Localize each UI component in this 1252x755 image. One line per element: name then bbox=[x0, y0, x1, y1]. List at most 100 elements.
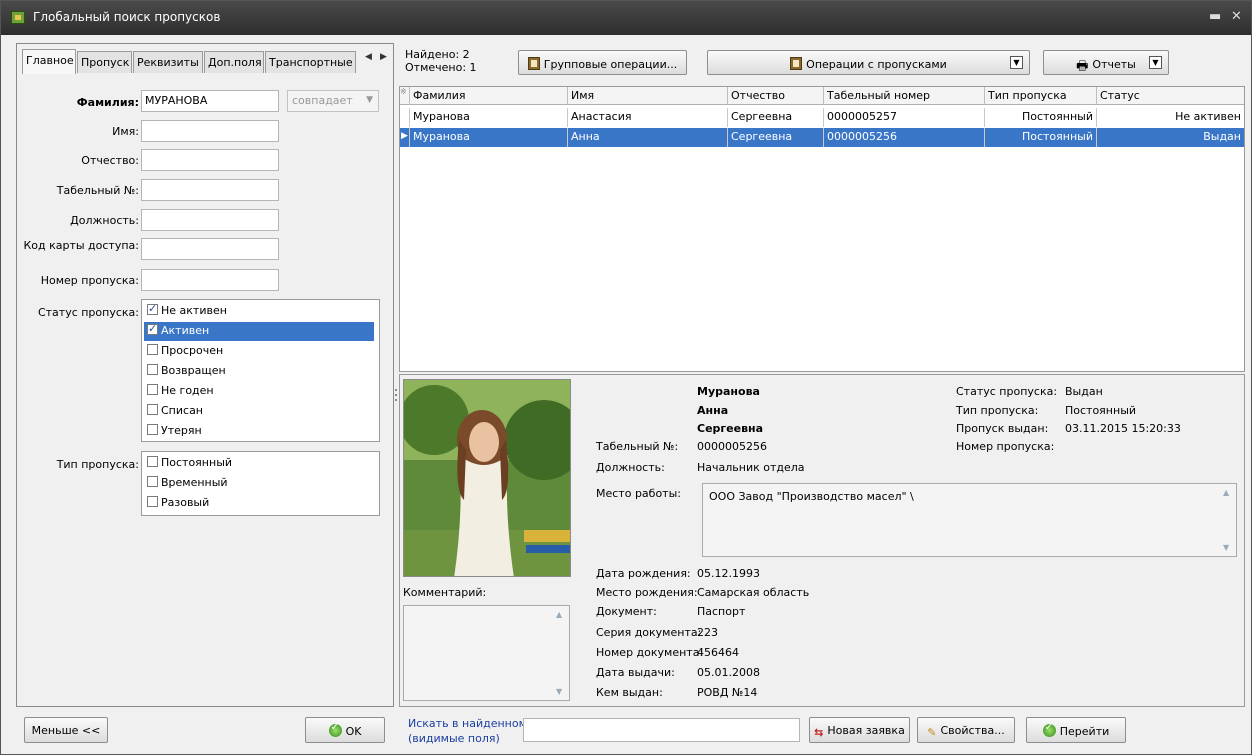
match-mode-select[interactable]: совпадает ▼ bbox=[287, 90, 379, 112]
position-input[interactable] bbox=[141, 209, 279, 231]
detail-pass-number-label: Номер пропуска: bbox=[956, 440, 1055, 453]
birth-place: Самарская область bbox=[697, 586, 810, 599]
position-label: Должность: bbox=[70, 214, 139, 227]
column-header-status[interactable]: Статус bbox=[1097, 87, 1244, 105]
results-grid: ※ Фамилия Имя Отчество Табельный номер Т… bbox=[399, 86, 1245, 372]
ok-check-icon bbox=[328, 722, 342, 737]
scroll-down-icon[interactable]: ▼ bbox=[1223, 543, 1229, 552]
pass-operations-button[interactable]: Операции с пропусками ▼ bbox=[707, 50, 1030, 75]
close-button[interactable]: ✕ bbox=[1231, 9, 1242, 24]
issue-date-label: Дата выдачи: bbox=[596, 666, 675, 679]
column-header-pass-type[interactable]: Тип пропуска bbox=[985, 87, 1097, 105]
checkbox[interactable] bbox=[147, 496, 158, 507]
splitter-grip[interactable] bbox=[395, 394, 397, 396]
checkbox[interactable] bbox=[147, 302, 158, 315]
table-row[interactable]: ▶ Муранова Анна Сергеевна 0000005256 Пос… bbox=[400, 128, 1244, 147]
go-button[interactable]: Перейти bbox=[1026, 717, 1126, 743]
visible-fields-label: (видимые поля) bbox=[408, 732, 500, 745]
dropdown-arrow-icon[interactable]: ▼ bbox=[1149, 56, 1162, 69]
checkbox[interactable] bbox=[147, 364, 158, 375]
chevron-down-icon: ▼ bbox=[366, 95, 373, 105]
checkbox[interactable] bbox=[147, 424, 158, 435]
column-header-patronymic[interactable]: Отчество bbox=[728, 87, 824, 105]
type-option-permanent[interactable]: Постоянный bbox=[144, 454, 374, 473]
issued-by: РОВД №14 bbox=[697, 686, 758, 699]
ok-button[interactable]: OK bbox=[305, 717, 385, 743]
cell-status: Не активен bbox=[1175, 110, 1241, 123]
cell-pass-type: Постоянный bbox=[985, 128, 1097, 147]
cell-status: Выдан bbox=[1203, 130, 1241, 143]
type-option-temporary[interactable]: Временный bbox=[144, 474, 374, 493]
tab-scroll-right-icon[interactable]: ▶ bbox=[380, 52, 387, 62]
pass-number-input[interactable] bbox=[141, 269, 279, 291]
cell-first-name: Анастасия bbox=[568, 108, 728, 127]
properties-button[interactable]: ✎ Свойства... bbox=[917, 717, 1015, 743]
status-option-expired[interactable]: Просрочен bbox=[144, 342, 374, 361]
minimize-button[interactable]: ▬ bbox=[1209, 9, 1221, 24]
patronymic-input[interactable] bbox=[141, 149, 279, 171]
checkbox[interactable] bbox=[147, 456, 158, 467]
tab-main[interactable]: Главное bbox=[22, 49, 76, 74]
birth-date: 05.12.1993 bbox=[697, 567, 760, 580]
scroll-up-icon[interactable]: ▲ bbox=[556, 610, 562, 619]
checkbox[interactable] bbox=[147, 344, 158, 355]
status-option-lost[interactable]: Утерян bbox=[144, 422, 374, 441]
comment-memo[interactable]: ▲ ▼ bbox=[403, 605, 570, 701]
checkbox[interactable] bbox=[147, 322, 158, 335]
cell-first-name: Анна bbox=[568, 128, 728, 147]
doc-series: 223 bbox=[697, 626, 718, 639]
patronymic-label: Отчество: bbox=[81, 154, 139, 167]
first-name-input[interactable] bbox=[141, 120, 279, 142]
splitter-grip[interactable] bbox=[395, 399, 397, 401]
grid-header: ※ Фамилия Имя Отчество Табельный номер Т… bbox=[400, 87, 1244, 105]
checkbox[interactable] bbox=[147, 384, 158, 395]
less-button[interactable]: Меньше << bbox=[24, 717, 108, 743]
status-option-inactive[interactable]: Не активен bbox=[144, 302, 374, 321]
column-header-last-name[interactable]: Фамилия bbox=[410, 87, 568, 105]
splitter-grip[interactable] bbox=[395, 389, 397, 391]
column-header-first-name[interactable]: Имя bbox=[568, 87, 728, 105]
checkbox[interactable] bbox=[147, 476, 158, 487]
status-option-active[interactable]: Активен bbox=[144, 322, 374, 341]
comment-scrollbar[interactable]: ▲ ▼ bbox=[554, 607, 568, 699]
status-option-returned[interactable]: Возвращен bbox=[144, 362, 374, 381]
detail-issued-label: Пропуск выдан: bbox=[956, 422, 1049, 435]
column-header-tab-number[interactable]: Табельный номер bbox=[824, 87, 985, 105]
tab-extra-fields[interactable]: Доп.поля bbox=[204, 51, 264, 73]
cell-tab-number: 0000005257 bbox=[824, 108, 985, 127]
group-operations-button[interactable]: Групповые операции... bbox=[518, 50, 687, 75]
last-name-label: Фамилия: bbox=[76, 96, 139, 109]
detail-type: Постоянный bbox=[1065, 404, 1137, 417]
window-title: Глобальный поиск пропусков bbox=[33, 10, 221, 24]
tab-number-label: Табельный №: bbox=[56, 184, 139, 197]
marked-count: Отмечено: 1 bbox=[405, 61, 477, 74]
workplace-scrollbar[interactable]: ▲ ▼ bbox=[1221, 485, 1235, 555]
search-in-found-input[interactable] bbox=[523, 718, 800, 742]
dropdown-arrow-icon[interactable]: ▼ bbox=[1010, 56, 1023, 69]
reports-button[interactable]: 🖶 Отчеты ▼ bbox=[1043, 50, 1169, 75]
last-name-input[interactable]: МУРАНОВА bbox=[141, 90, 279, 112]
detail-tab-number: 0000005256 bbox=[697, 440, 767, 453]
found-count: Найдено: 2 bbox=[405, 48, 470, 61]
search-in-found-label: Искать в найденном bbox=[408, 717, 527, 730]
new-request-button[interactable]: ⇆ Новая заявка bbox=[809, 717, 910, 743]
table-row[interactable]: Муранова Анастасия Сергеевна 0000005257 … bbox=[400, 108, 1244, 127]
scroll-up-icon[interactable]: ▲ bbox=[1223, 488, 1229, 497]
documents-icon bbox=[527, 57, 540, 70]
tab-requisites[interactable]: Реквизиты bbox=[133, 51, 203, 73]
doc-number-label: Номер документа: bbox=[596, 646, 704, 659]
card-code-input[interactable] bbox=[141, 238, 279, 260]
global-pass-search-window: Глобальный поиск пропусков ▬ ✕ Главное П… bbox=[0, 0, 1252, 755]
status-option-invalid[interactable]: Не годен bbox=[144, 382, 374, 401]
checkbox[interactable] bbox=[147, 404, 158, 415]
tab-scroll-left-icon[interactable]: ◀ bbox=[365, 52, 372, 62]
issued-by-label: Кем выдан: bbox=[596, 686, 663, 699]
status-option-written-off[interactable]: Списан bbox=[144, 402, 374, 421]
tab-number-input[interactable] bbox=[141, 179, 279, 201]
tab-pass[interactable]: Пропуск bbox=[77, 51, 132, 73]
workplace-memo[interactable]: ООО Завод "Производство масел" \ ▲ ▼ bbox=[702, 483, 1237, 557]
scroll-down-icon[interactable]: ▼ bbox=[556, 687, 562, 696]
tab-transport[interactable]: Транспортные bbox=[265, 51, 356, 73]
type-option-one-time[interactable]: Разовый bbox=[144, 494, 374, 513]
cell-tab-number: 0000005256 bbox=[824, 128, 985, 147]
